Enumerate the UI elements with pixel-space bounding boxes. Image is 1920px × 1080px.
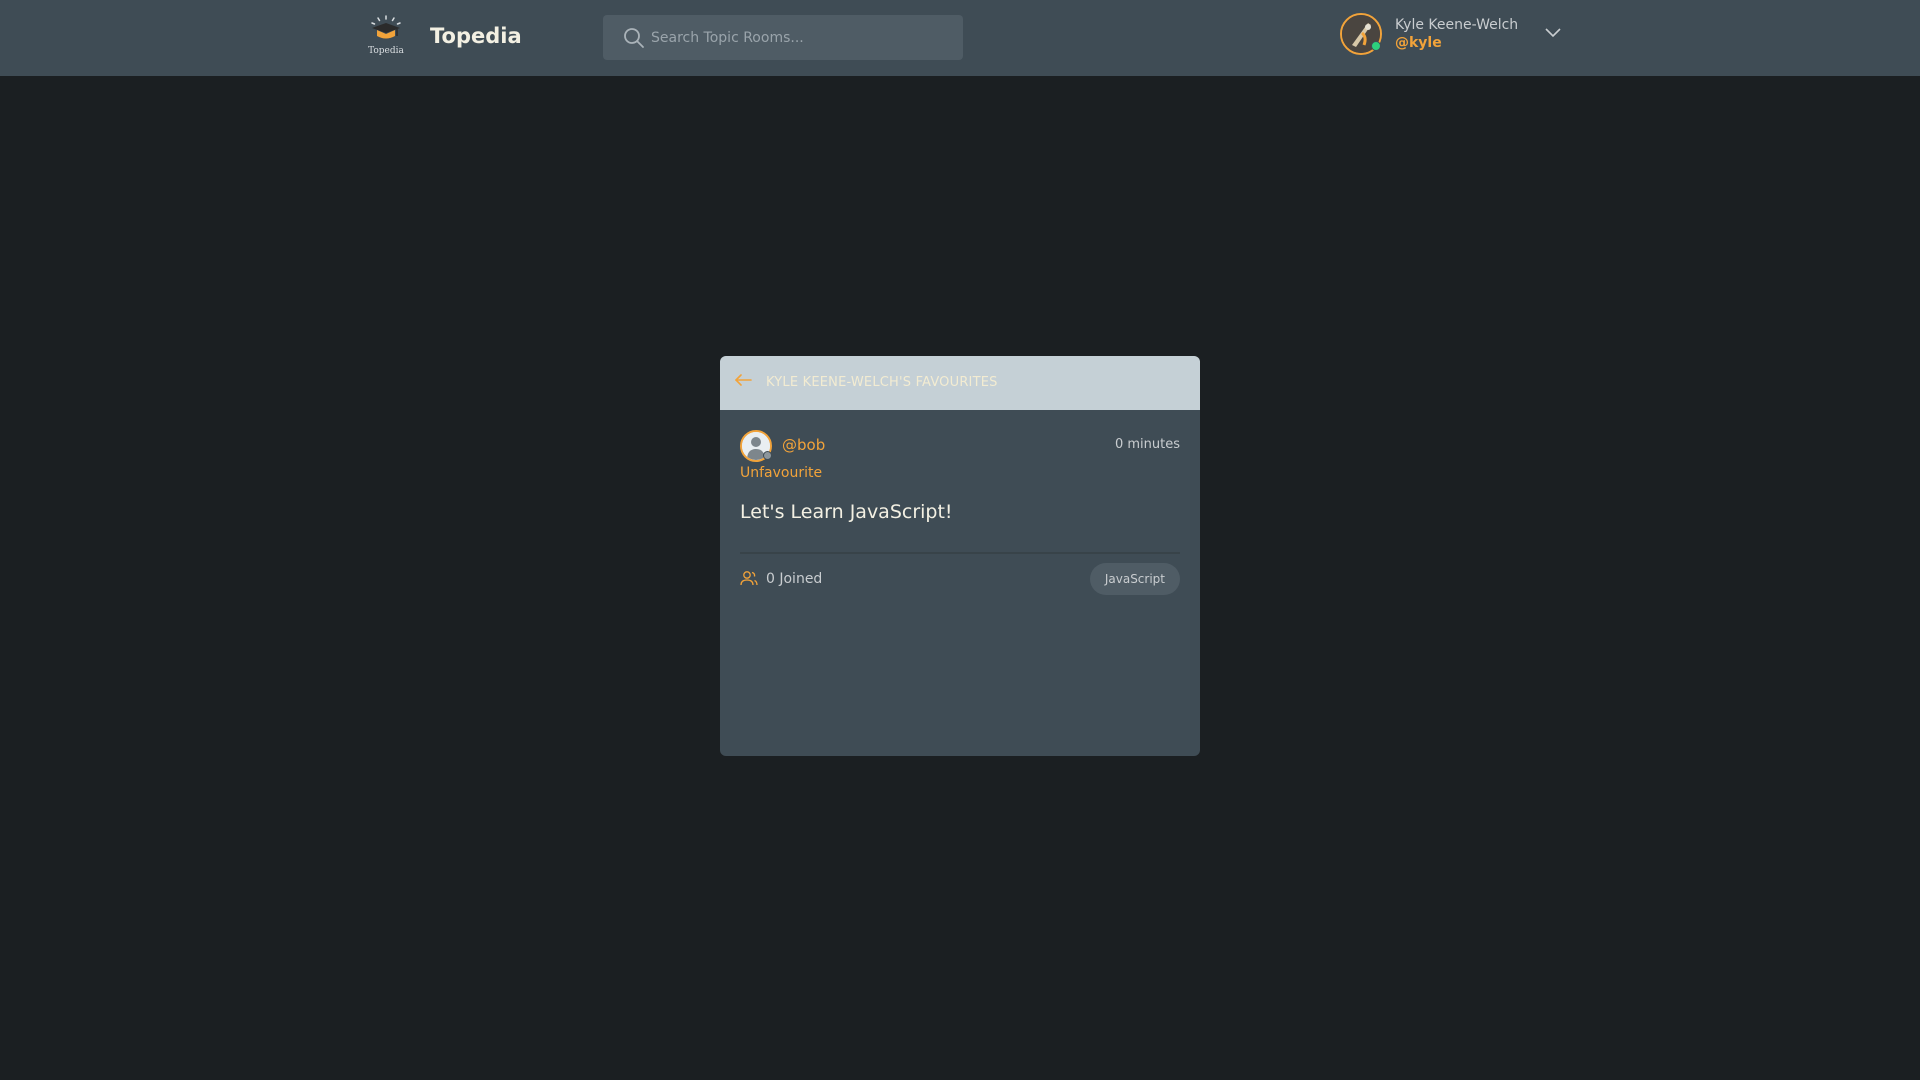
arrow-left-icon[interactable] <box>734 373 752 387</box>
joined-count: 0 Joined <box>766 571 823 587</box>
logo-caption: Topedia <box>368 46 404 56</box>
top-navbar: Topedia Topedia Kyle Keene-Welch @kyle <box>0 0 1920 76</box>
divider <box>740 552 1180 554</box>
room-title-link[interactable]: Let's Learn JavaScript! <box>740 501 953 523</box>
topic-tag[interactable]: JavaScript <box>1089 563 1180 595</box>
brand-title[interactable]: Topedia <box>430 24 522 48</box>
search-icon <box>624 28 644 48</box>
search-input[interactable] <box>651 15 951 60</box>
user-name: Kyle Keene-Welch <box>1395 17 1519 33</box>
logo-link[interactable]: Topedia <box>366 14 406 60</box>
favourites-title: KYLE KEENE-WELCH'S FAVOURITES <box>766 375 998 390</box>
favourites-card: KYLE KEENE-WELCH'S FAVOURITES @bob 0 min… <box>720 356 1200 756</box>
favourites-card-header: KYLE KEENE-WELCH'S FAVOURITES <box>720 356 1200 410</box>
chevron-down-icon[interactable] <box>1544 25 1562 39</box>
host-handle-link[interactable]: @bob <box>782 436 825 454</box>
room-time: 0 minutes <box>1114 437 1180 452</box>
search-bar[interactable] <box>603 15 963 60</box>
graduation-cap-logo-icon <box>371 15 401 39</box>
unfavourite-button[interactable]: Unfavourite <box>740 465 822 481</box>
online-status-indicator <box>1371 41 1381 51</box>
host-status-indicator <box>763 451 772 460</box>
user-menu[interactable]: Kyle Keene-Welch @kyle <box>1340 13 1562 59</box>
navbar-content: Topedia Topedia Kyle Keene-Welch @kyle <box>366 0 1562 76</box>
user-handle: @kyle <box>1395 35 1442 51</box>
users-icon <box>740 571 758 586</box>
